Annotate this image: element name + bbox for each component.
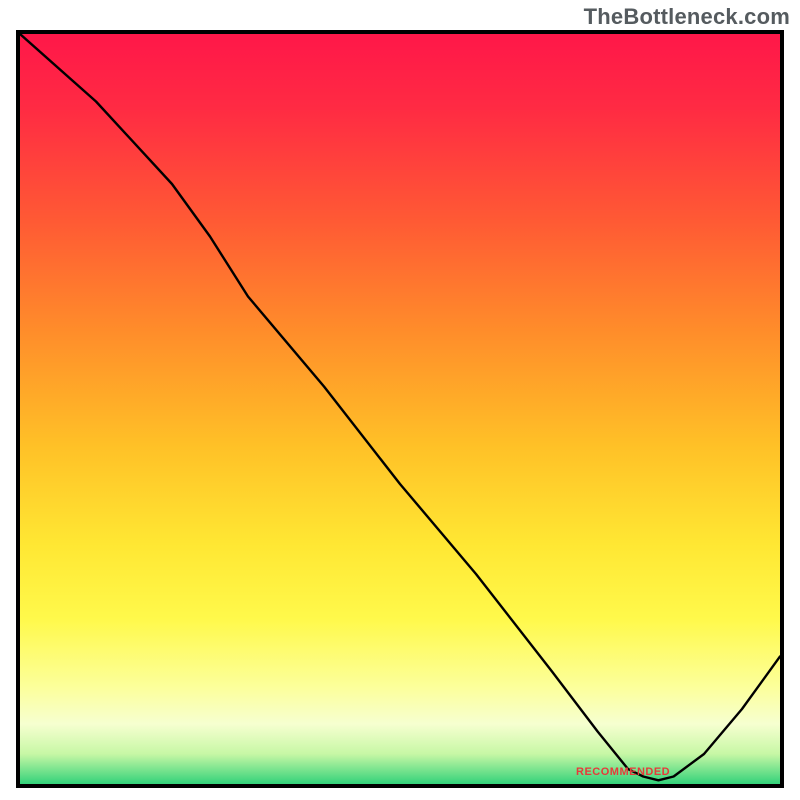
bottleneck-curve-line bbox=[20, 34, 780, 780]
curve-svg bbox=[20, 34, 780, 784]
watermark-text: TheBottleneck.com bbox=[584, 4, 790, 30]
chart-stage: TheBottleneck.com RECOMMENDED bbox=[0, 0, 800, 800]
plot-frame: RECOMMENDED bbox=[16, 30, 784, 788]
